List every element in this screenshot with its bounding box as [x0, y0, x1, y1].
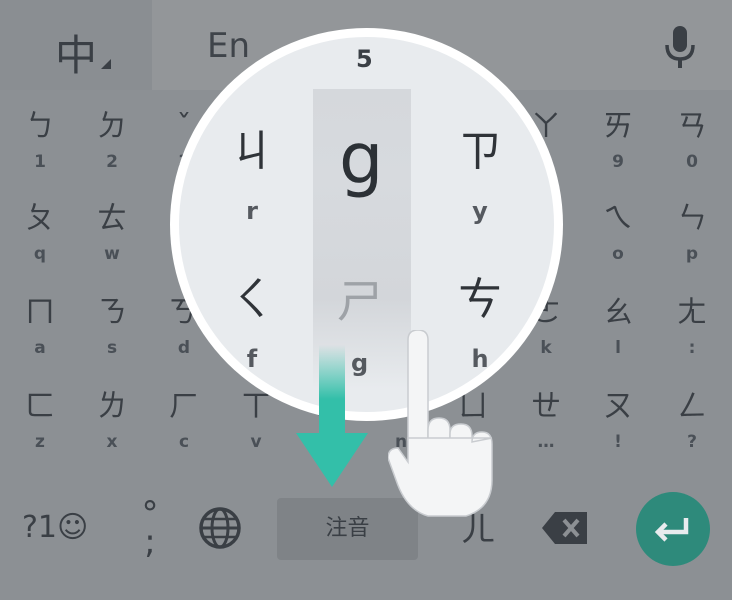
magnified-key-r: ㄐ r [207, 126, 297, 226]
globe-icon[interactable] [198, 506, 242, 550]
key-latin: q [33, 244, 47, 264]
key-zhuyin: ㄆ [25, 201, 55, 236]
key-0[interactable]: ㄢ0 [652, 109, 732, 173]
magnified-key-f-latin: f [246, 345, 258, 373]
magnified-key-y: ㄗ y [435, 126, 525, 226]
magnified-key-y-latin: y [472, 197, 488, 225]
key-latin: 1 [34, 152, 46, 172]
magnified-key-h-zhuyin: ㄘ [458, 274, 502, 325]
key-latin: p [685, 244, 699, 264]
key-zhuyin: ㄥ [677, 389, 707, 424]
key-q[interactable]: ㄆq [0, 201, 80, 265]
key-zhuyin: ㄢ [677, 109, 707, 144]
enter-button[interactable] [636, 492, 710, 566]
key-zhuyin: ㄇ [25, 295, 55, 330]
key-zhuyin: ㄏ [169, 389, 199, 424]
magnified-key-f: ㄑ f [207, 274, 297, 374]
key-question[interactable]: ㄥ? [652, 389, 732, 453]
key-latin: ? [687, 432, 697, 452]
key-latin: : [688, 338, 696, 358]
magnified-digit: 5 [356, 45, 373, 73]
key-latin: … [537, 432, 555, 452]
tab-chinese-label: 中 [55, 31, 98, 80]
magnified-key-r-latin: r [246, 197, 258, 225]
key-latin: s [106, 338, 118, 358]
key-zhuyin: ㄡ [603, 389, 633, 424]
key-ellipsis[interactable]: ㄝ… [506, 389, 586, 453]
key-latin: 2 [106, 152, 118, 172]
key-colon[interactable]: ㄤ: [652, 295, 732, 359]
key-zhuyin: ㄣ [677, 201, 707, 236]
corner-triangle-icon [101, 59, 111, 69]
punct-bottom: ; [144, 522, 156, 562]
key-exclaim[interactable]: ㄡ! [578, 389, 658, 453]
hand-pointer-icon [388, 330, 493, 517]
magnified-key-y-zhuyin: ㄗ [458, 126, 502, 177]
tab-chinese[interactable]: 中 [0, 0, 152, 90]
key-latin: l [615, 338, 621, 358]
key-x[interactable]: ㄌx [72, 389, 152, 453]
key-zhuyin: ㄝ [531, 389, 561, 424]
swipe-down-arrow-icon [296, 345, 368, 487]
key-zhuyin: ㄞ [603, 109, 633, 144]
magnified-key-r-zhuyin: ㄐ [230, 126, 274, 177]
symbols-emoji-key[interactable]: ?1☺ [22, 510, 88, 545]
key-1[interactable]: ㄅ1 [0, 109, 80, 173]
key-9[interactable]: ㄞ9 [578, 109, 658, 173]
key-latin: a [34, 338, 46, 358]
key-c[interactable]: ㄏc [144, 389, 224, 453]
key-zhuyin: ㄈ [25, 389, 55, 424]
backspace-icon[interactable] [541, 510, 589, 546]
key-latin: 0 [686, 152, 698, 172]
key-s[interactable]: ㄋs [72, 295, 152, 359]
microphone-icon[interactable] [664, 25, 696, 69]
key-o[interactable]: ㄟo [578, 201, 658, 265]
key-zhuyin: ㄤ [677, 295, 707, 330]
key-latin: v [250, 432, 262, 452]
enter-icon [654, 518, 689, 542]
tab-english[interactable]: En [207, 26, 250, 66]
key-zhuyin: ㄉ [97, 109, 127, 144]
key-latin: o [612, 244, 624, 264]
key-zhuyin: ㄅ [25, 109, 55, 144]
key-p[interactable]: ㄣp [652, 201, 732, 265]
key-l[interactable]: ㄠl [578, 295, 658, 359]
magnified-key-f-zhuyin: ㄑ [230, 274, 274, 325]
key-latin: ! [614, 432, 622, 452]
key-z[interactable]: ㄈz [0, 389, 80, 453]
magnified-key-g-zhuyin: ㄕ [337, 274, 383, 328]
magnified-key-t-latin: g [339, 118, 384, 200]
key-latin: 9 [612, 152, 624, 172]
key-latin: w [104, 244, 120, 264]
key-a[interactable]: ㄇa [0, 295, 80, 359]
key-latin: x [106, 432, 118, 452]
key-2[interactable]: ㄉ2 [72, 109, 152, 173]
key-zhuyin: ㄟ [603, 201, 633, 236]
key-latin: z [35, 432, 45, 452]
key-zhuyin: ㄠ [603, 295, 633, 330]
key-zhuyin: ㄋ [97, 295, 127, 330]
key-latin: c [178, 432, 190, 452]
key-w[interactable]: ㄊw [72, 201, 152, 265]
key-zhuyin: ㄊ [97, 201, 127, 236]
key-zhuyin: ㄌ [97, 389, 127, 424]
punctuation-key[interactable]: ° ; [135, 497, 165, 562]
